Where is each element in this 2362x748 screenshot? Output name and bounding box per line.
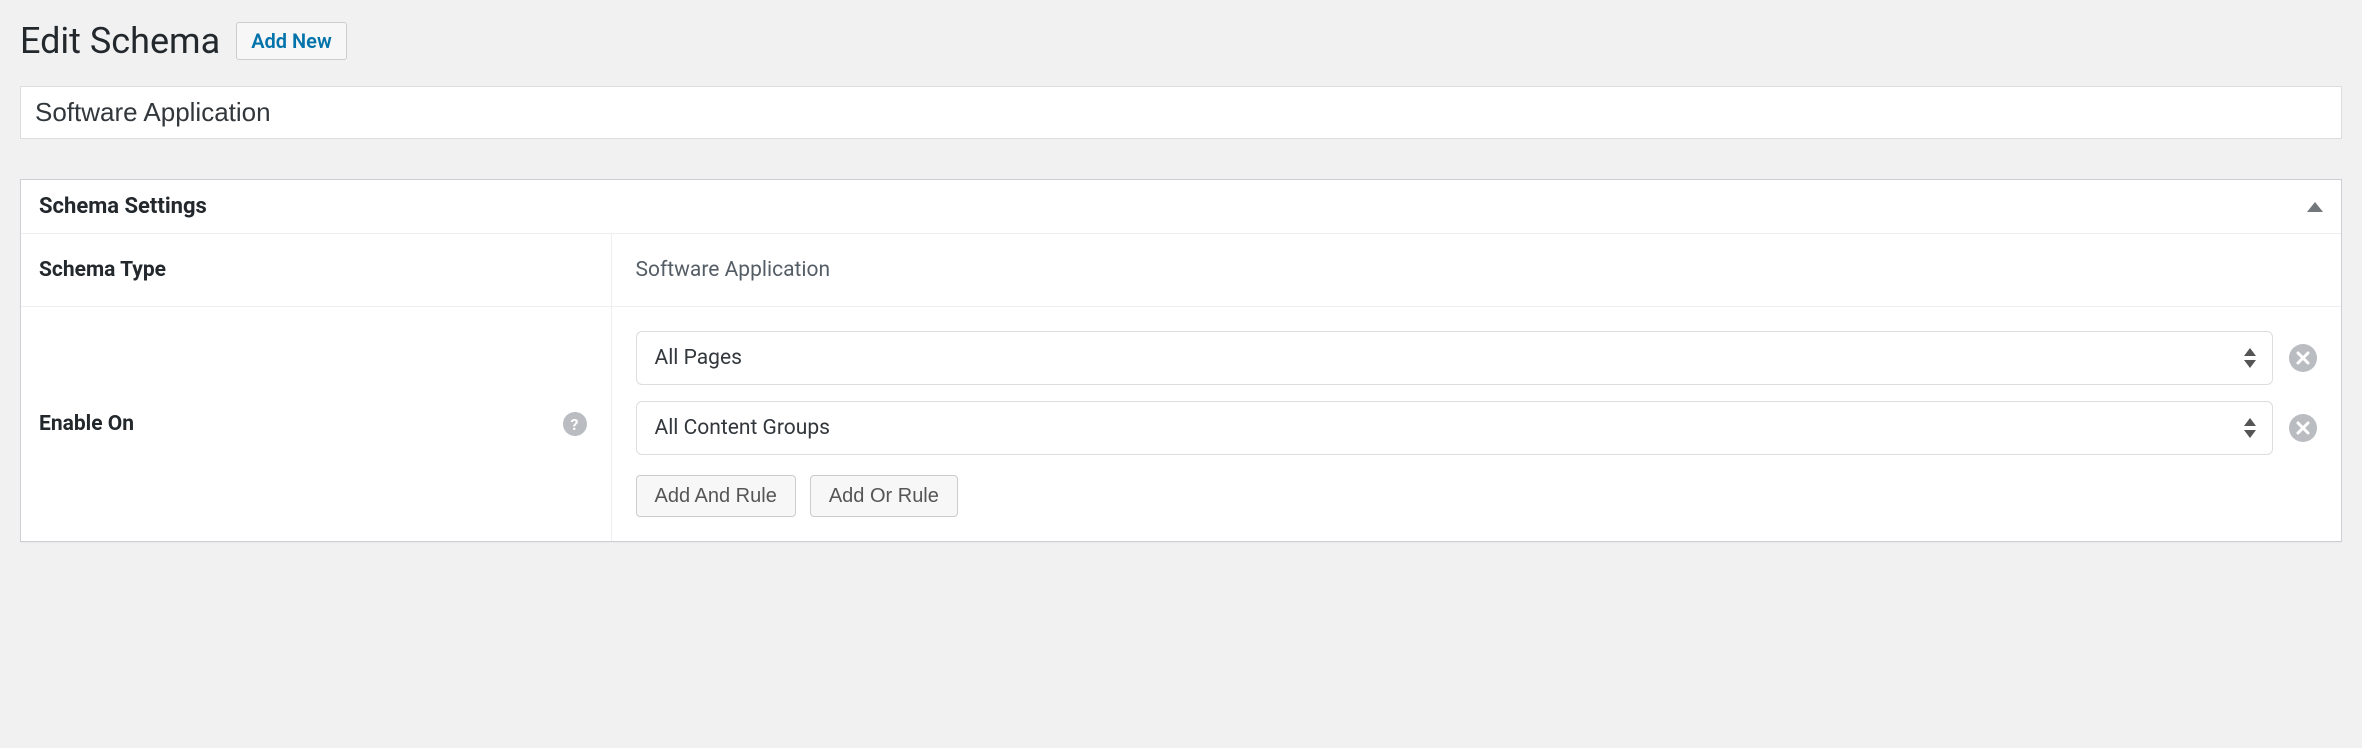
rule-select-value: All Content Groups [655, 416, 830, 440]
rule-select[interactable]: All Pages [636, 331, 2274, 385]
add-rule-buttons: Add And Rule Add Or Rule [636, 475, 2318, 517]
select-stepper-icon [2244, 414, 2262, 442]
add-or-rule-button[interactable]: Add Or Rule [810, 475, 958, 517]
help-icon[interactable]: ? [563, 412, 587, 436]
enable-on-cell: All Pages [611, 307, 2341, 542]
add-new-button[interactable]: Add New [236, 22, 347, 60]
schema-type-value: Software Application [611, 234, 2341, 307]
close-icon [2296, 351, 2310, 365]
rule-select[interactable]: All Content Groups [636, 401, 2274, 455]
add-and-rule-button[interactable]: Add And Rule [636, 475, 796, 517]
collapse-toggle-icon[interactable] [2307, 202, 2323, 212]
rule-row: All Content Groups [636, 401, 2318, 455]
schema-title-input[interactable] [20, 86, 2342, 139]
schema-settings-header: Schema Settings [21, 180, 2341, 234]
page-title: Edit Schema [20, 20, 220, 62]
select-stepper-icon [2244, 344, 2262, 372]
remove-rule-button[interactable] [2289, 344, 2317, 372]
schema-settings-box: Schema Settings Schema Type Software App… [20, 179, 2342, 542]
close-icon [2296, 421, 2310, 435]
remove-rule-button[interactable] [2289, 414, 2317, 442]
rule-select-value: All Pages [655, 346, 742, 370]
schema-type-label: Schema Type [21, 234, 611, 307]
enable-on-label: Enable On ? [21, 307, 611, 542]
page-header: Edit Schema Add New [20, 20, 2342, 62]
schema-settings-heading: Schema Settings [39, 194, 207, 219]
rule-row: All Pages [636, 331, 2318, 385]
